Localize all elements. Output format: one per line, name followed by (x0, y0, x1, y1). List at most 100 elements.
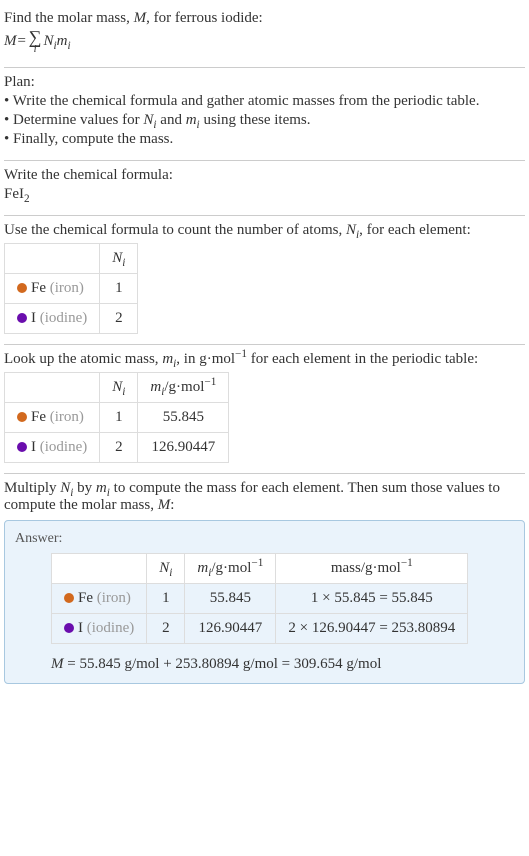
i-dot-icon (17, 442, 27, 452)
eq-eq: = (17, 33, 27, 50)
table-row: Fe (iron) 1 (5, 273, 138, 303)
header-N: Ni (147, 553, 185, 583)
compute-a: Multiply (4, 480, 60, 496)
i-label: I (31, 310, 40, 326)
masses-a: Look up the atomic mass, (4, 351, 162, 367)
plan-title: Plan: (4, 74, 525, 91)
count-b: , for each element: (359, 222, 471, 238)
hN: N (112, 379, 122, 395)
table-row: Fe (iron) 1 55.845 1 × 55.845 = 55.845 (52, 583, 468, 613)
masses-i: i (173, 358, 176, 370)
intro-section: Find the molar mass, M, for ferrous iodi… (4, 4, 525, 68)
header-N: Ni (100, 243, 138, 273)
hN: N (112, 250, 122, 266)
answer-box: Answer: Ni mi/g·mol−1 mass/g·mol−1 Fe (i… (4, 520, 525, 684)
eq-i1: i (53, 40, 56, 52)
table-row: Ni (5, 243, 138, 273)
sigma-stack: ∑ i (29, 29, 42, 55)
i-grey: (iodine) (40, 439, 87, 455)
plan-b2b: using these items. (200, 112, 311, 128)
fe-N: 1 (100, 273, 138, 303)
fe-dot-icon (17, 283, 27, 293)
formula-section: Write the chemical formula: FeI2 (4, 161, 525, 216)
i-N: 2 (100, 432, 138, 462)
fe-N: 1 (100, 402, 138, 432)
answer-table: Ni mi/g·mol−1 mass/g·mol−1 Fe (iron) 1 5… (51, 553, 468, 644)
compute-line: Multiply Ni by mi to compute the mass fo… (4, 480, 525, 514)
hN: N (159, 560, 169, 576)
hm-unit: /g·mol (164, 379, 204, 395)
i-cell: I (iodine) (5, 303, 100, 333)
hmi: i (161, 386, 164, 398)
masses-line: Look up the atomic mass, mi, in g·mol−1 … (4, 351, 525, 368)
sigma-icon: ∑ (29, 29, 42, 45)
plan-i1: i (153, 119, 156, 131)
fe-dot-icon (17, 412, 27, 422)
header-N: Ni (100, 372, 138, 402)
fe-N: 1 (147, 583, 185, 613)
plan-b2a: • Determine values for (4, 112, 143, 128)
hmass: mass/g·mol (331, 560, 401, 576)
answer-title: Answer: (15, 531, 514, 547)
i-cell: I (iodine) (5, 432, 100, 462)
count-N: N (346, 222, 356, 238)
header-m: mi/g·mol−1 (185, 553, 276, 583)
masses-m: m (162, 351, 173, 367)
i-dot-icon (64, 623, 74, 633)
empty-header (5, 243, 100, 273)
table-row: Ni mi/g·mol−1 mass/g·mol−1 (52, 553, 468, 583)
intro-line: Find the molar mass, M, for ferrous iodi… (4, 10, 525, 27)
count-a: Use the chemical formula to count the nu… (4, 222, 346, 238)
i-m: 126.90447 (138, 432, 229, 462)
header-m: mi/g·mol−1 (138, 372, 229, 402)
intro-equation: M = ∑ i Nimi (4, 29, 525, 55)
compute-section: Multiply Ni by mi to compute the mass fo… (4, 474, 525, 694)
plan-m: m (186, 112, 197, 128)
hm-sup: −1 (251, 557, 263, 569)
table-row: Fe (iron) 1 55.845 (5, 402, 229, 432)
compute-N: N (60, 480, 70, 496)
count-i: i (356, 229, 359, 241)
compute-i1: i (70, 487, 73, 499)
header-mass: mass/g·mol−1 (276, 553, 468, 583)
i-grey: (iodine) (40, 310, 87, 326)
sigma-sub: i (34, 45, 37, 54)
fe-cell: Fe (iron) (52, 583, 147, 613)
masses-table: Ni mi/g·mol−1 Fe (iron) 1 55.845 I (iodi… (4, 372, 229, 463)
hNi: i (122, 386, 125, 398)
eq-i2: i (67, 40, 70, 52)
hNi: i (169, 567, 172, 579)
hNi: i (122, 257, 125, 269)
intro-M: M (134, 10, 147, 26)
masses-sup: −1 (235, 348, 247, 360)
empty-header (5, 372, 100, 402)
masses-c: for each element in the periodic table: (247, 351, 478, 367)
fe-grey: (iron) (50, 409, 84, 425)
plan-b1: • Write the chemical formula and gather … (4, 93, 525, 110)
table-row: I (iodine) 2 (5, 303, 138, 333)
masses-b: , in g·mol (176, 351, 235, 367)
i-dot-icon (17, 313, 27, 323)
fe-grey: (iron) (50, 280, 84, 296)
formula-text: FeI (4, 186, 24, 202)
hm-unit: /g·mol (211, 560, 251, 576)
fe-grey: (iron) (97, 590, 131, 606)
fe-m: 55.845 (138, 402, 229, 432)
hm-sup: −1 (204, 376, 216, 388)
table-row: Ni mi/g·mol−1 (5, 372, 229, 402)
count-line: Use the chemical formula to count the nu… (4, 222, 525, 239)
masses-section: Look up the atomic mass, mi, in g·mol−1 … (4, 345, 525, 474)
i-m: 126.90447 (185, 613, 276, 643)
compute-b: by (73, 480, 96, 496)
fe-label: Fe (31, 280, 50, 296)
plan-N: N (143, 112, 153, 128)
compute-M: M (158, 497, 171, 513)
i-N: 2 (147, 613, 185, 643)
formula-sub: 2 (24, 193, 30, 205)
plan-and: and (157, 112, 186, 128)
i-label: I (78, 620, 87, 636)
compute-i2: i (107, 487, 110, 499)
eq-N: N (43, 33, 53, 50)
table-row: I (iodine) 2 126.90447 2 × 126.90447 = 2… (52, 613, 468, 643)
intro-rest: , for ferrous iodide: (146, 10, 263, 26)
